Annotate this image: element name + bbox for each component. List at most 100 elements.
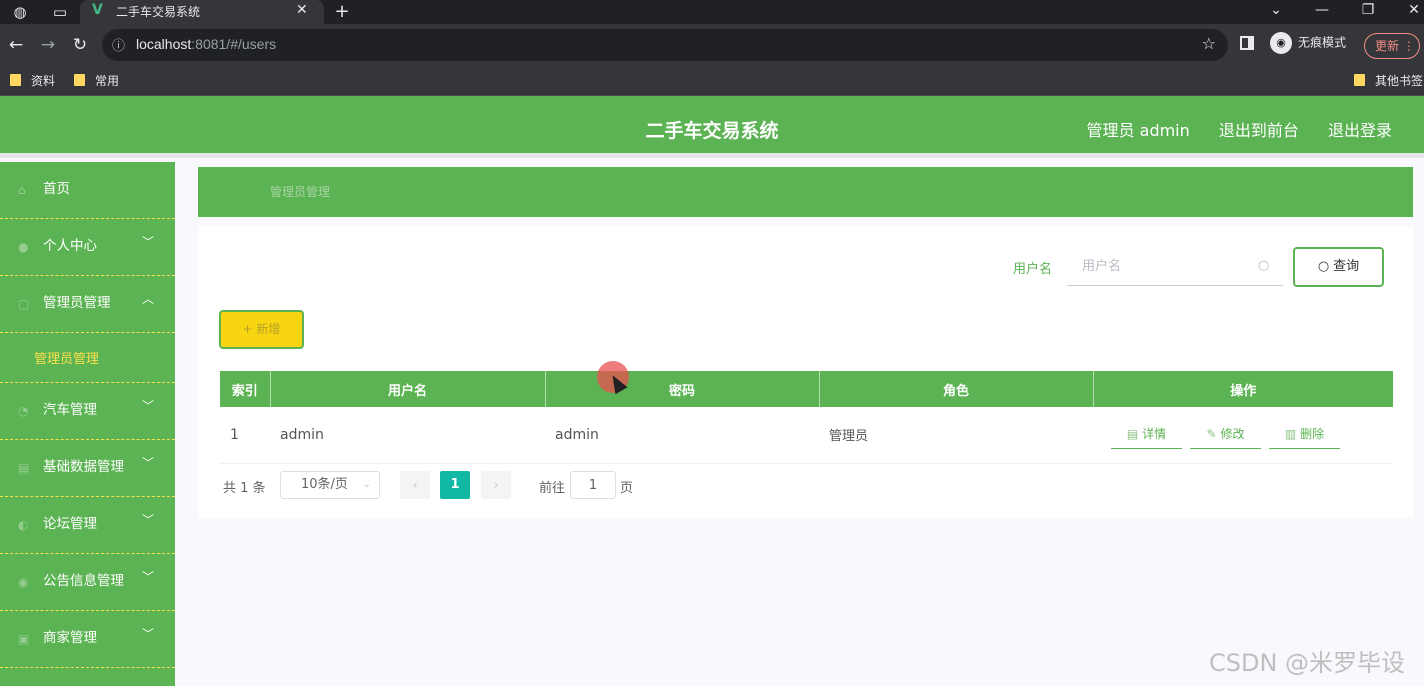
add-button[interactable]: + 新增: [219, 310, 304, 349]
address-bar[interactable]: ⓘ localhost:8081/#/users ☆: [102, 29, 1228, 61]
bookmark-folder-ziliao[interactable]: 资料: [10, 72, 55, 89]
logout-link[interactable]: 退出登录: [1328, 121, 1392, 140]
vue-favicon-icon: V: [92, 2, 103, 18]
close-window-icon[interactable]: ✕: [1394, 0, 1424, 24]
chevron-up-icon: ︿: [142, 292, 155, 306]
other-bookmarks[interactable]: 其他书签: [1354, 72, 1423, 89]
sidebar-subitem-label: 管理员管理: [34, 352, 100, 367]
sidebar-item-label: 论坛管理: [43, 516, 97, 532]
search-input[interactable]: [1067, 248, 1283, 286]
sidebar-item-label: 管理员管理: [43, 295, 111, 311]
goto-page-input[interactable]: [570, 471, 616, 499]
edit-icon: ✎: [1206, 426, 1217, 441]
user-icon: ●: [18, 240, 29, 254]
reload-icon[interactable]: ↻: [68, 33, 92, 57]
globe-icon[interactable]: ◍: [10, 2, 30, 22]
minimize-icon[interactable]: —: [1302, 0, 1342, 24]
folder-icon: [10, 74, 21, 86]
edit-button[interactable]: ✎ 修改: [1190, 421, 1261, 449]
cell-password: admin: [545, 407, 819, 464]
update-button[interactable]: 更新 ⋮: [1364, 33, 1420, 59]
breadcrumb[interactable]: 管理员管理: [270, 183, 330, 200]
total-count: 共 1 条: [223, 481, 266, 496]
sidebar-item-label: 首页: [43, 181, 70, 197]
app-header: 二手车交易系统 管理员 admin 退出到前台 退出登录: [0, 96, 1424, 158]
chevron-down-icon: ⌄: [362, 479, 371, 490]
bookmarks-bar: 资料 常用 其他书签: [0, 66, 1424, 96]
detail-label: 详情: [1142, 426, 1167, 441]
search-icon: ○: [1258, 258, 1270, 273]
sidebar-item-forum[interactable]: ◐ 论坛管理 ﹀: [0, 497, 175, 554]
url-path: :8081/#/users: [191, 36, 277, 52]
exit-to-front-link[interactable]: 退出到前台: [1219, 121, 1299, 140]
sidebar-item-car-management[interactable]: ◔ 汽车管理 ﹀: [0, 383, 175, 440]
page-size-select[interactable]: 10条/页 ⌄: [280, 471, 380, 499]
admin-icon: ▢: [18, 297, 30, 311]
detail-button[interactable]: ▤ 详情: [1111, 421, 1182, 449]
update-label: 更新: [1375, 39, 1400, 53]
query-button-label: 查询: [1333, 259, 1360, 274]
sidebar-item-label: 个人中心: [43, 238, 97, 254]
sidebar-item-label: 公告信息管理: [43, 573, 124, 589]
browser-tab-bar: ◍ ▭ V 二手车交易系统 ✕ + ⌄ — ❐ ✕: [0, 0, 1424, 24]
side-panel-icon[interactable]: [1240, 36, 1254, 50]
restore-icon[interactable]: ❐: [1348, 0, 1388, 24]
column-header-actions: 操作: [1093, 371, 1393, 407]
bookmark-folder-changyong[interactable]: 常用: [74, 72, 119, 89]
sidebar-subitem-admin-management[interactable]: 管理员管理: [0, 333, 175, 383]
goto-label: 前往: [539, 481, 566, 496]
sidebar: ⌂ 首页 ● 个人中心 ﹀ ▢ 管理员管理 ︿ 管理员管理 ◔ 汽车管理 ﹀ ▤…: [0, 162, 175, 686]
delete-button[interactable]: ▥ 删除: [1269, 421, 1340, 449]
incognito-icon: ◉: [1270, 32, 1292, 54]
folder-icon: [74, 74, 85, 86]
tab-title: 二手车交易系统: [116, 5, 201, 19]
back-icon[interactable]: ←: [4, 33, 28, 57]
incognito-label: 无痕模式: [1298, 35, 1347, 50]
query-button[interactable]: ○ 查询: [1293, 247, 1384, 287]
sidebar-item-profile[interactable]: ● 个人中心 ﹀: [0, 219, 175, 276]
browser-toolbar: ← → ↻ ⓘ localhost:8081/#/users ☆ ◉ 无痕模式 更…: [0, 24, 1424, 66]
next-page-button[interactable]: ›: [481, 471, 511, 499]
tab-search-icon[interactable]: ▭: [50, 2, 70, 22]
forward-icon[interactable]: →: [36, 33, 60, 57]
document-icon: ▤: [1126, 426, 1139, 441]
chevron-down-icon: ﹀: [142, 570, 155, 584]
column-header-password[interactable]: 密码: [545, 371, 820, 407]
other-bookmarks-label: 其他书签: [1375, 74, 1424, 88]
page-number-current[interactable]: 1: [440, 471, 470, 499]
notice-icon: ◉: [18, 575, 29, 589]
sidebar-item-label: 基础数据管理: [43, 459, 124, 475]
chevron-down-icon: ﹀: [142, 513, 155, 527]
sidebar-item-merchant[interactable]: ▣ 商家管理 ﹀: [0, 611, 175, 668]
users-table: 索引 用户名 密码 角色 操作 1 admin admin 管理员 ▤ 详情 ✎ 修改…: [220, 371, 1393, 464]
page-size-value: 10条/页: [301, 477, 348, 492]
sidebar-item-admin-management[interactable]: ▢ 管理员管理 ︿: [0, 276, 175, 333]
sidebar-item-label: 汽车管理: [43, 402, 97, 418]
bookmark-label: 常用: [95, 74, 120, 88]
url-host: localhost: [136, 36, 192, 52]
column-header-role[interactable]: 角色: [819, 371, 1094, 407]
site-info-icon[interactable]: ⓘ: [112, 35, 125, 54]
incognito-indicator[interactable]: ◉ 无痕模式: [1270, 32, 1346, 54]
home-icon: ⌂: [18, 183, 26, 197]
car-icon: ◔: [18, 404, 29, 418]
new-tab-icon[interactable]: +: [332, 2, 352, 22]
sidebar-item-home[interactable]: ⌂ 首页: [0, 162, 175, 219]
prev-page-button[interactable]: ‹: [400, 471, 430, 499]
delete-label: 删除: [1300, 426, 1325, 441]
goto-suffix: 页: [620, 481, 634, 496]
tab-list-icon[interactable]: ⌄: [1256, 0, 1296, 24]
watermark: CSDN @米罗毕设: [1209, 649, 1406, 677]
search-label: 用户名: [1013, 262, 1053, 277]
bookmark-star-icon[interactable]: ☆: [1202, 34, 1216, 53]
current-user: 管理员 admin: [1086, 121, 1190, 140]
column-header-index[interactable]: 索引: [220, 371, 271, 407]
close-tab-icon[interactable]: ✕: [296, 2, 308, 18]
url-text[interactable]: localhost:8081/#/users: [136, 36, 276, 52]
browser-tab[interactable]: V 二手车交易系统 ✕: [80, 0, 324, 24]
column-header-username[interactable]: 用户名: [270, 371, 546, 407]
sidebar-item-notice[interactable]: ◉ 公告信息管理 ﹀: [0, 554, 175, 611]
breadcrumb-bar: 管理员管理: [198, 167, 1413, 217]
shop-icon: ▣: [18, 632, 30, 646]
sidebar-item-base-data[interactable]: ▤ 基础数据管理 ﹀: [0, 440, 175, 497]
